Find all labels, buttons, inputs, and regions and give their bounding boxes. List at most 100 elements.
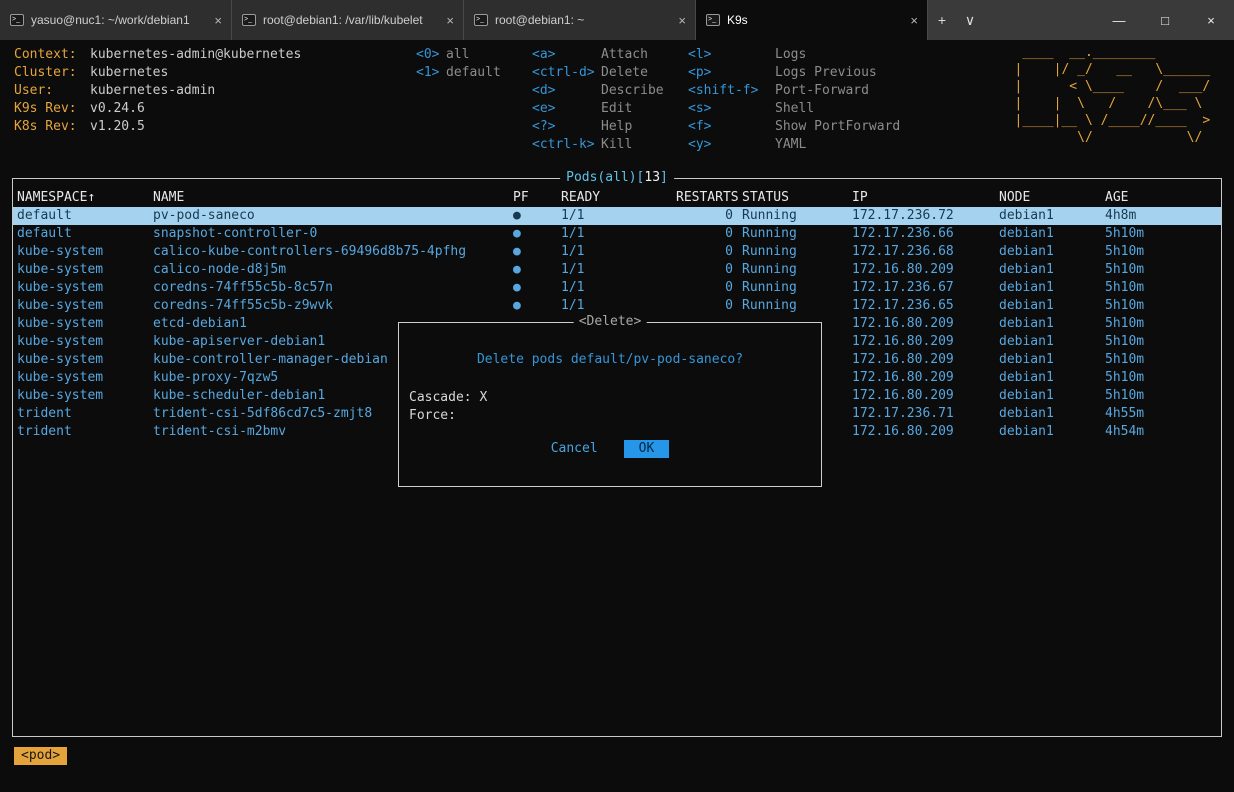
hotkey-line: <f> Show PortForward — [688, 118, 900, 136]
terminal-window: >_ yasuo@nuc1: ~/work/debian1 × >_ root@debi… — [0, 0, 1234, 792]
cell-ns: kube-system — [17, 244, 104, 259]
table-title-text: Pods(all)[ — [566, 170, 645, 185]
cell-node: debian1 — [999, 208, 1054, 223]
hotkey-key: <e> — [532, 101, 556, 116]
column-header[interactable]: PF — [509, 189, 557, 207]
cascade-checkbox[interactable]: X — [479, 390, 487, 405]
cell-node: debian1 — [999, 262, 1054, 277]
info-label: Context: — [14, 47, 77, 62]
cell-status: Running — [742, 208, 797, 223]
hotkeys-actions-1: <a> Attach <ctrl-d> Delete <d> Describe <e> Edi… — [532, 46, 664, 154]
table-header-row: NAMESPACE↑ NAME PF READY RESTARTS STATUS IP NOD… — [13, 189, 1221, 207]
column-header[interactable]: STATUS — [738, 189, 848, 207]
cell-pf: ● — [513, 226, 521, 241]
cell-node: debian1 — [999, 280, 1054, 295]
new-tab-button[interactable]: + — [928, 0, 956, 40]
cell-status: Running — [742, 244, 797, 259]
hotkey-key: <shift-f> — [688, 83, 759, 98]
hotkey-line: <d> Describe — [532, 82, 664, 100]
hotkey-key: <l> — [688, 47, 712, 62]
column-header[interactable]: READY — [557, 189, 672, 207]
cell-name: calico-node-d8j5m — [153, 262, 287, 277]
hotkey-label: Kill — [601, 137, 633, 152]
hotkey-label: Show PortForward — [775, 119, 901, 134]
cell-node: debian1 — [999, 298, 1054, 313]
cluster-info: Context: kubernetes-admin@kubernetes Clust… — [14, 46, 301, 136]
cell-ns: kube-system — [17, 388, 104, 403]
hotkey-line: <y> YAML — [688, 136, 900, 154]
hotkey-label: Attach — [601, 47, 648, 62]
hotkey-key: <?> — [532, 119, 556, 134]
cell-name: pv-pod-saneco — [153, 208, 255, 223]
cell-ip: 172.16.80.209 — [852, 424, 954, 439]
cell-name: coredns-74ff55c5b-z9wvk — [153, 298, 334, 313]
cancel-button[interactable]: Cancel — [551, 440, 598, 458]
cell-age: 5h10m — [1105, 388, 1145, 403]
column-header[interactable]: RESTARTS — [672, 189, 738, 207]
hotkey-line: <1> default — [416, 64, 501, 82]
cascade-field: Cascade: X — [409, 389, 487, 407]
table-row[interactable]: default pv-pod-saneco ● 1/1 0 Running 172.17.2… — [13, 207, 1221, 225]
close-button[interactable]: × — [1188, 0, 1234, 40]
k9s-logo: ____ __.________ | |/ _/ __ \______ | < … — [1014, 45, 1211, 145]
tab-close-icon[interactable]: × — [675, 13, 689, 28]
cell-age: 4h55m — [1105, 406, 1145, 421]
cell-ip: 172.17.236.72 — [852, 208, 954, 223]
cell-age: 5h10m — [1105, 262, 1145, 277]
table-row[interactable]: kube-system calico-node-d8j5m ● 1/1 0 Running… — [13, 261, 1221, 279]
cell-pf: ● — [513, 280, 521, 295]
cell-status: Running — [742, 262, 797, 277]
cell-ns: kube-system — [17, 334, 104, 349]
tab-title: root@debian1: /var/lib/kubelet — [263, 13, 423, 27]
tab-close-icon[interactable]: × — [211, 13, 225, 28]
table-row[interactable]: kube-system calico-kube-controllers-69496… — [13, 243, 1221, 261]
terminal-tab[interactable]: >_ root@debian1: /var/lib/kubelet × — [232, 0, 464, 40]
terminal-tab[interactable]: >_ yasuo@nuc1: ~/work/debian1 × — [0, 0, 232, 40]
ok-button[interactable]: OK — [623, 440, 670, 458]
cluster-info-line: Cluster: kubernetes — [14, 64, 301, 82]
cell-ip: 172.16.80.209 — [852, 316, 954, 331]
column-header[interactable]: AGE — [1101, 189, 1221, 207]
column-header[interactable]: NODE — [995, 189, 1101, 207]
dialog-buttons: Cancel OK — [399, 440, 821, 458]
hotkey-label: Help — [601, 119, 633, 134]
terminal-tab[interactable]: >_ root@debian1: ~ × — [464, 0, 696, 40]
column-header[interactable]: IP — [848, 189, 995, 207]
cell-restarts: 0 — [725, 280, 733, 295]
hotkey-line: <0> all — [416, 46, 501, 64]
info-value: v0.24.6 — [90, 101, 145, 116]
minimize-button[interactable]: — — [1096, 0, 1142, 40]
hotkey-label: Edit — [601, 101, 633, 116]
column-header[interactable]: NAME — [149, 189, 509, 207]
column-header[interactable]: NAMESPACE↑ — [13, 189, 149, 207]
tab-close-icon[interactable]: × — [907, 13, 921, 28]
cell-ip: 172.17.236.68 — [852, 244, 954, 259]
cell-ns: trident — [17, 424, 72, 439]
cell-ip: 172.16.80.209 — [852, 388, 954, 403]
maximize-button[interactable]: □ — [1142, 0, 1188, 40]
hotkey-line: <e> Edit — [532, 100, 664, 118]
cell-ns: trident — [17, 406, 72, 421]
cluster-info-line: Context: kubernetes-admin@kubernetes — [14, 46, 301, 64]
table-title-bracket: ] — [660, 170, 668, 185]
hotkey-label: all — [446, 47, 470, 62]
hotkey-line: <a> Attach — [532, 46, 664, 64]
cell-pf: ● — [513, 262, 521, 277]
hotkey-line: <l> Logs — [688, 46, 900, 64]
hotkey-line: <ctrl-k> Kill — [532, 136, 664, 154]
cell-node: debian1 — [999, 424, 1054, 439]
tab-dropdown-button[interactable]: ∨ — [956, 0, 984, 40]
tab-close-icon[interactable]: × — [443, 13, 457, 28]
cell-ns: kube-system — [17, 370, 104, 385]
tab-title: root@debian1: ~ — [495, 13, 585, 27]
table-row[interactable]: kube-system coredns-74ff55c5b-8c57n ● 1/1 0 R… — [13, 279, 1221, 297]
terminal-tab[interactable]: >_ K9s × — [696, 0, 928, 40]
cell-pf: ● — [513, 298, 521, 313]
table-row[interactable]: default snapshot-controller-0 ● 1/1 0 Running… — [13, 225, 1221, 243]
force-field: Force: — [409, 407, 464, 425]
hotkey-key: <ctrl-d> — [532, 65, 595, 80]
cell-name: coredns-74ff55c5b-8c57n — [153, 280, 334, 295]
cell-age: 5h10m — [1105, 352, 1145, 367]
cell-age: 5h10m — [1105, 316, 1145, 331]
cell-name: calico-kube-controllers-69496d8b75-4pfhg — [153, 244, 467, 259]
